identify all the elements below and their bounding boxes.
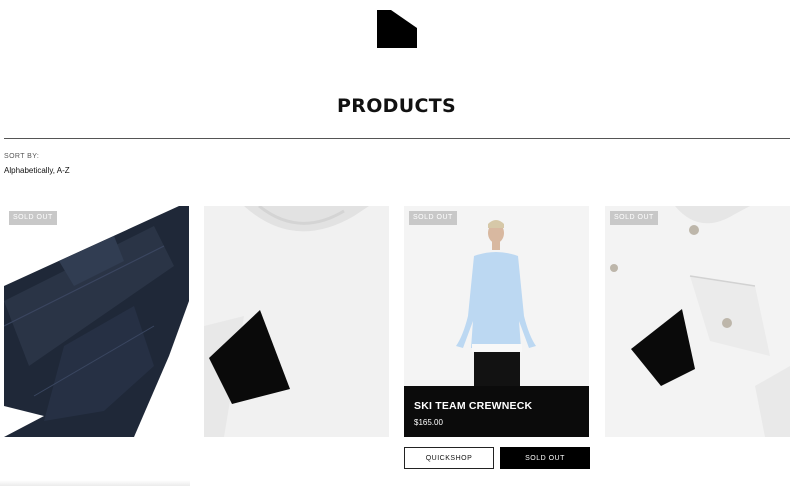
product-card[interactable]: SOLD OUT <box>4 206 189 437</box>
product-image[interactable] <box>4 206 189 437</box>
product-card[interactable]: SOLD OUT SKI TEAM CREWNECK $165.00 <box>404 206 589 437</box>
product-price: $165.00 <box>414 418 443 427</box>
sort-label: SORT BY: <box>4 153 40 160</box>
product-card[interactable]: SOLD OUT <box>605 206 790 437</box>
sold-out-badge: SOLD OUT <box>9 211 57 225</box>
product-image[interactable] <box>204 206 389 437</box>
footer-shadow <box>0 480 190 486</box>
sold-out-badge: SOLD OUT <box>610 211 658 225</box>
quickshop-button[interactable]: QUICKSHOP <box>404 447 494 469</box>
page-title: PRODUCTS <box>337 95 456 117</box>
sort-select[interactable]: Alphabetically, A-Z <box>4 166 70 175</box>
sold-out-badge: SOLD OUT <box>409 211 457 225</box>
product-info-overlay[interactable]: SKI TEAM CREWNECK $165.00 <box>404 386 589 437</box>
product-card[interactable] <box>204 206 389 437</box>
product-name[interactable]: SKI TEAM CREWNECK <box>414 400 532 412</box>
product-image[interactable] <box>605 206 790 437</box>
title-divider <box>4 138 790 139</box>
brand-logo[interactable] <box>377 10 417 48</box>
sold-out-button[interactable]: SOLD OUT <box>500 447 590 469</box>
